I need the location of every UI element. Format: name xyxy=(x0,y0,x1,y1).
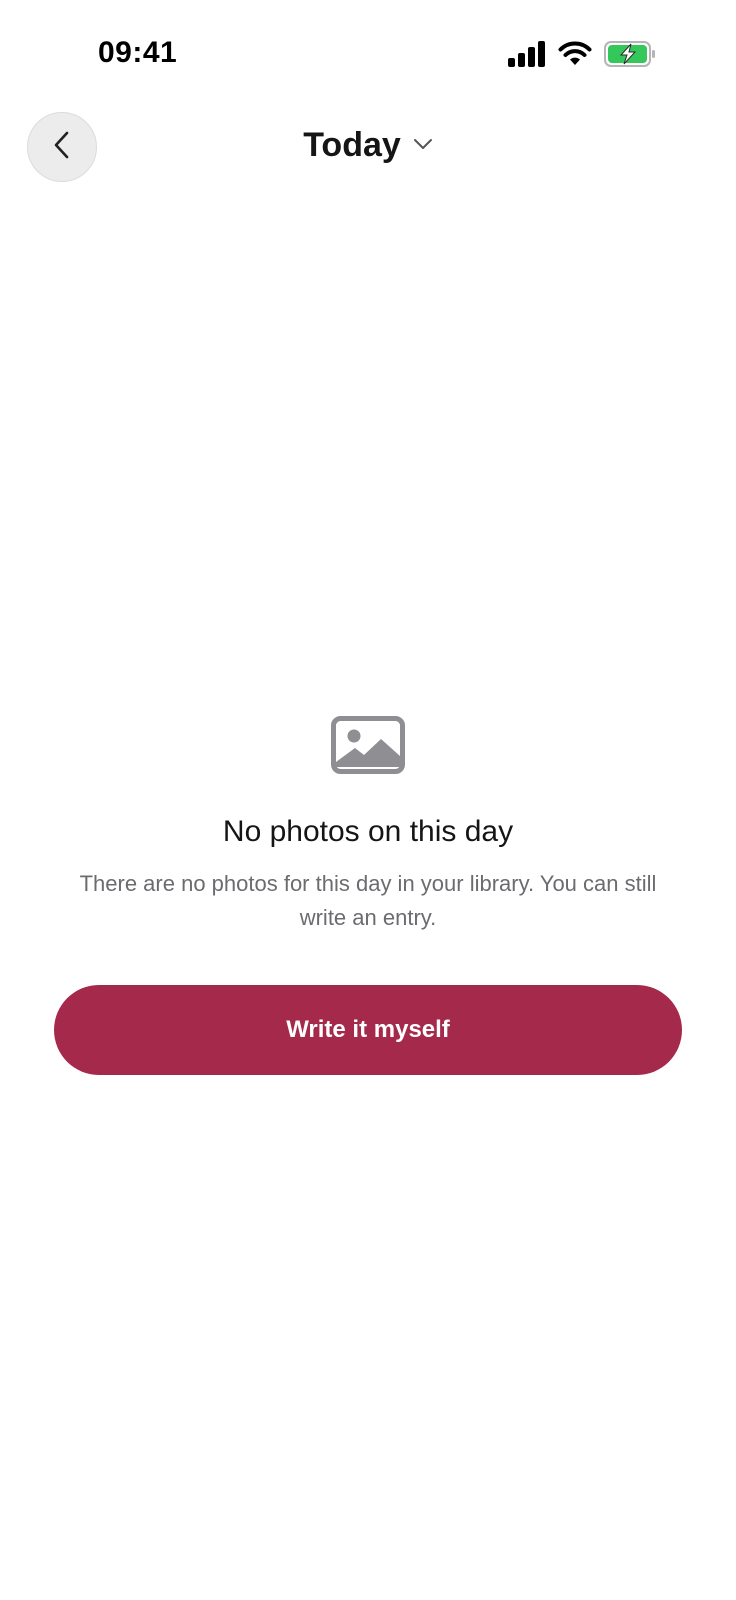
date-selector[interactable]: Today xyxy=(0,126,736,165)
status-icons xyxy=(508,40,656,68)
empty-state: No photos on this day There are no photo… xyxy=(0,716,736,935)
battery-charging-icon xyxy=(604,41,656,67)
cellular-signal-icon xyxy=(508,41,546,67)
empty-state-description: There are no photos for this day in your… xyxy=(79,871,657,930)
write-it-myself-button[interactable]: Write it myself xyxy=(54,985,682,1075)
empty-state-title: No photos on this day xyxy=(222,815,514,848)
chevron-down-icon xyxy=(413,137,433,155)
page-title: Today xyxy=(303,126,401,164)
header: Today xyxy=(0,112,736,184)
photo-icon xyxy=(331,716,405,779)
wifi-icon xyxy=(558,41,592,67)
status-time: 09:41 xyxy=(98,36,178,69)
status-bar: 09:41 xyxy=(0,0,736,100)
